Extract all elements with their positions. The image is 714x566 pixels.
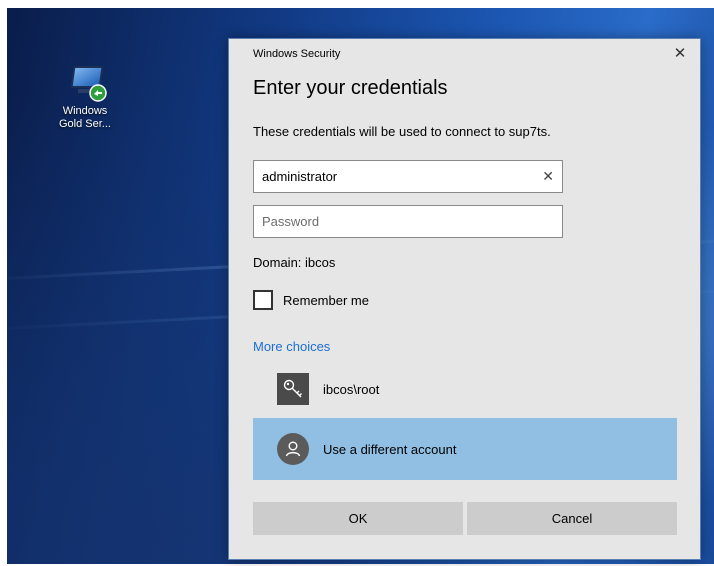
desktop-shortcut-label: Windows Gold Ser... [59, 105, 111, 130]
more-choices-link[interactable]: More choices [253, 339, 330, 354]
ok-button[interactable]: OK [253, 502, 463, 535]
password-field-container [253, 205, 563, 238]
dialog-description: These credentials will be used to connec… [253, 124, 551, 139]
windows-security-dialog: Windows Security ✕ Enter your credential… [228, 38, 701, 560]
account-label: ibcos\root [323, 381, 380, 397]
account-label: Use a different account [323, 441, 457, 457]
window-title: Windows Security [253, 48, 341, 60]
close-icon[interactable]: ✕ [668, 43, 692, 65]
remember-me-checkbox[interactable]: Remember me [253, 290, 369, 310]
cancel-button[interactable]: Cancel [467, 502, 677, 535]
checkbox-box[interactable] [253, 290, 273, 310]
username-input[interactable] [254, 161, 562, 192]
account-option-different[interactable]: Use a different account [253, 418, 677, 480]
username-field-container: ✕ [253, 160, 563, 193]
remember-me-label: Remember me [283, 292, 369, 308]
key-icon [277, 373, 309, 405]
dialog-heading: Enter your credentials [253, 77, 448, 99]
account-option-root[interactable]: ibcos\root [253, 358, 677, 420]
person-icon [277, 433, 309, 465]
password-input[interactable] [254, 206, 562, 237]
remote-desktop-icon [64, 63, 107, 102]
clear-icon[interactable]: ✕ [542, 168, 554, 185]
domain-label: Domain: ibcos [253, 255, 336, 270]
desktop-shortcut-windows-gold-server[interactable]: Windows Gold Ser... [49, 63, 121, 131]
